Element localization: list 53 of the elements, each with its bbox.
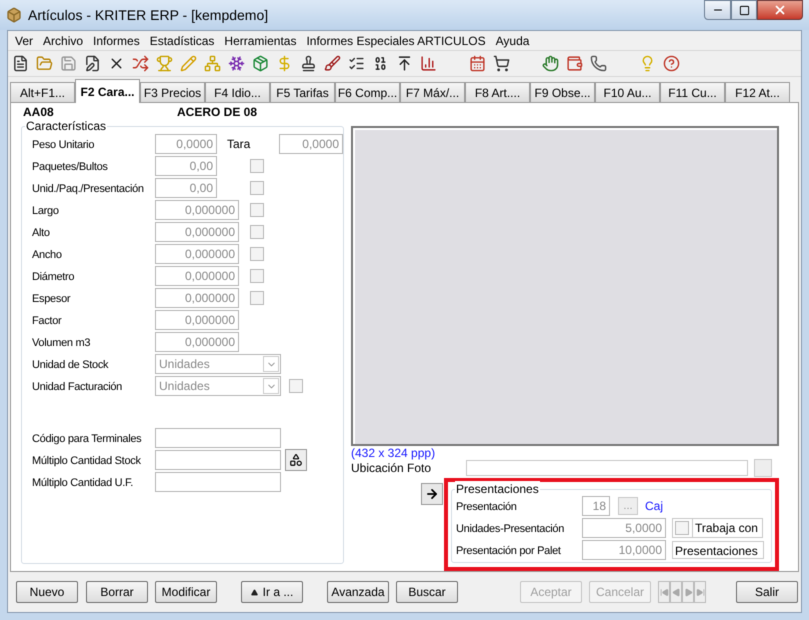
tab[interactable]: F7 Máx/... [400,82,465,103]
field-label: Diámetro [32,271,74,283]
field-label: Largo [32,205,59,217]
window-title: Artículos - KRITER ERP - [kempdemo] [28,6,268,25]
field-label: Presentación [456,501,517,513]
tab[interactable]: F10 Au... [595,82,660,103]
action-button[interactable]: Avanzada [327,581,389,603]
field-label: Unidades-Presentación [456,522,564,534]
field-label: Múltiplo Cantidad Stock [32,455,141,467]
action-button[interactable]: Ir a ... [241,581,303,603]
menu-item[interactable]: Informes [88,32,145,50]
menu-item[interactable]: Archivo [38,32,88,50]
field-label: Peso Unitario [32,139,94,151]
menu-item[interactable]: Informes Especiales ARTICULOS [301,32,491,50]
tab[interactable]: F2 Cara... [75,79,140,103]
tab[interactable]: Alt+F1... [10,82,75,103]
menu-item[interactable]: Herramientas [219,32,302,50]
photo-resolution: (432 x 324 ppp) [351,446,436,460]
field-label: Espesor [32,293,70,305]
tab[interactable]: F5 Tarifas [270,82,335,103]
tab[interactable]: F9 Obse... [530,82,595,103]
field-label: Alto [32,227,50,239]
menu-item[interactable]: Ayuda [490,32,534,50]
menu-item[interactable]: Estadísticas [144,32,220,50]
checkbox-label: Trabaja con [692,518,762,536]
action-button[interactable]: Buscar [396,581,458,603]
field-label: Unidad de Stock [32,359,108,371]
field-label: Paquetes/Bultos [32,161,108,173]
field-label: Presentación por Palet [456,544,561,556]
article-name: ACERO DE 08 [177,104,258,121]
field-label: Ancho [32,249,62,261]
action-button[interactable]: Borrar [86,581,148,603]
field-label: Unidad Facturación [32,381,122,393]
field-label: Factor [32,315,62,327]
tab[interactable]: F3 Precios [140,82,205,103]
tab[interactable]: F8 Art.... [465,82,530,103]
action-button[interactable]: Nuevo [16,581,78,603]
article-code: AA08 [22,104,55,121]
field-label: Tara [227,136,252,153]
action-button[interactable]: Salir [736,581,798,603]
field-label: Volumen m3 [32,337,90,349]
field-label: Unid./Paq./Presentación [32,183,144,195]
tab[interactable]: F12 At... [725,82,790,103]
field-label: Múltiplo Cantidad U.F. [32,477,134,489]
field-label: Código para Terminales [32,433,142,445]
unit-link[interactable]: Caj [645,497,664,515]
presentaciones-text: Presentaciones [672,540,764,558]
action-button[interactable]: Modificar [155,581,217,603]
menu-item[interactable]: Ver [10,32,38,50]
field-label: Ubicación Foto [351,460,432,477]
tab[interactable]: F6 Comp... [335,82,400,103]
tab[interactable]: F4 Idio... [205,82,270,103]
tab[interactable]: F11 Cu... [660,82,725,103]
